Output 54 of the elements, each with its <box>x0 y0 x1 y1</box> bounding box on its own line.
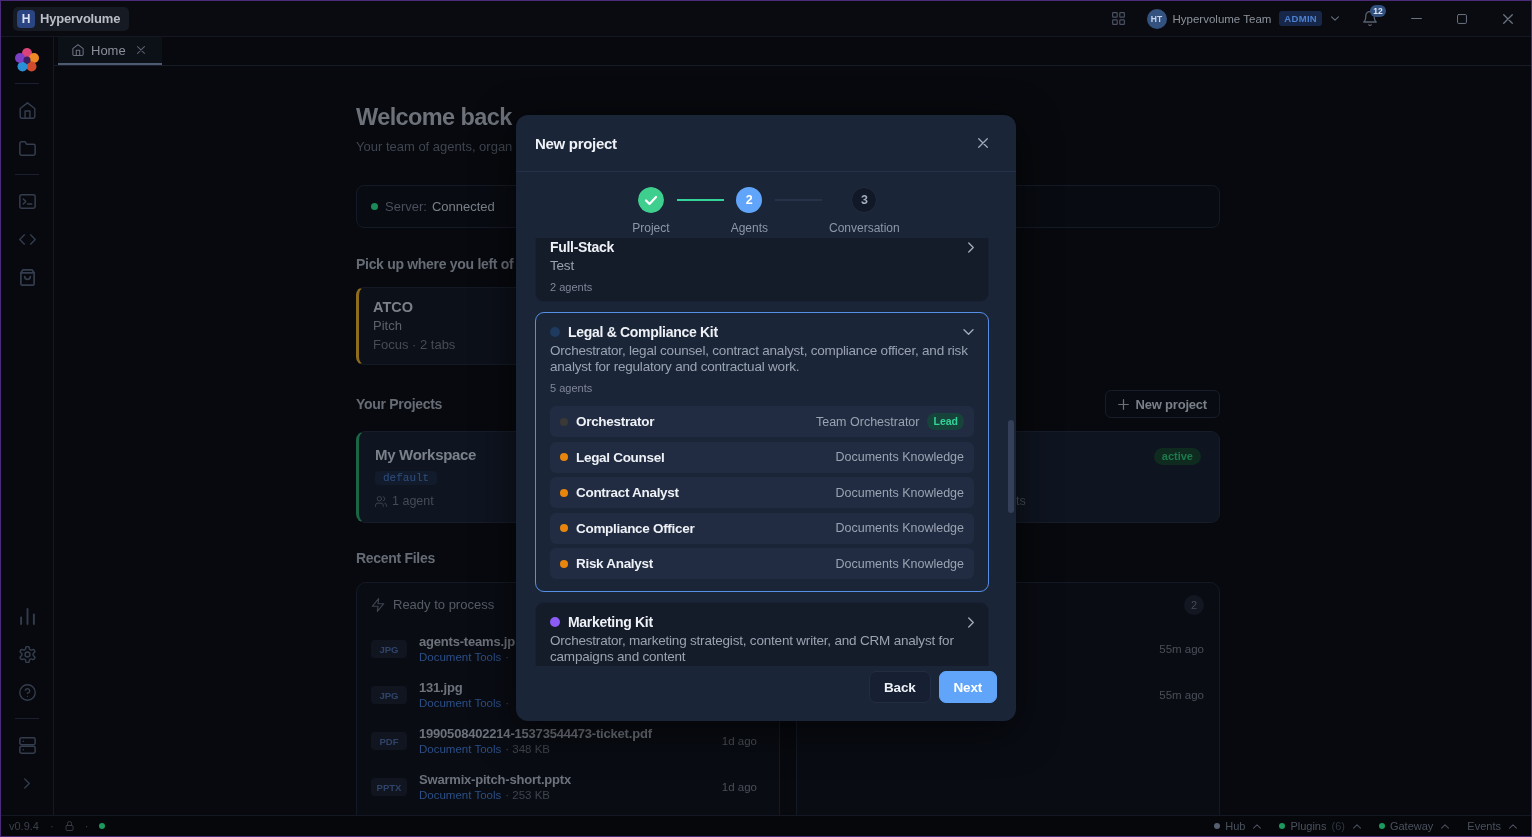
section-heading: Recent Files <box>356 549 435 568</box>
file-type-badge: JPG <box>371 640 407 658</box>
section-heading: Your Projects <box>356 395 443 414</box>
agent-name: Risk Analyst <box>576 556 653 571</box>
file-detail: · 253 KB <box>505 787 550 803</box>
kit-name: Full-Stack <box>550 239 614 255</box>
step-label: Conversation <box>829 220 900 236</box>
file-type-badge: PPTX <box>371 778 407 796</box>
agent-role: Documents Knowledge <box>835 521 964 535</box>
project-name: My Workspace <box>375 446 477 464</box>
role-badge: ADMIN <box>1279 11 1322 26</box>
step-number: 3 <box>851 187 878 213</box>
version-label: v0.9.4 <box>9 820 39 832</box>
agent-role: Documents Knowledge <box>835 485 964 500</box>
notification-count: 12 <box>1370 5 1386 17</box>
session-meta: Focus · 2 tabs <box>373 337 456 353</box>
agent-name: Compliance Officer <box>576 520 695 536</box>
file-type-badge: PDF <box>371 732 407 750</box>
agent-name: Orchestrator <box>576 414 655 429</box>
app-name: Hypervolume <box>40 11 121 26</box>
session-title: ATCO <box>373 298 413 316</box>
agent-role: Documents Knowledge <box>835 556 964 571</box>
file-time: 55m ago <box>1159 643 1204 655</box>
server-value: Connected <box>431 199 495 214</box>
separator: · <box>84 820 89 832</box>
status-badge: active <box>1153 448 1201 465</box>
server-label: Server: <box>385 199 427 214</box>
step-label: Agents <box>730 220 768 236</box>
project-tag: default <box>375 471 438 485</box>
file-type-badge: JPG <box>371 686 407 704</box>
agent-role: Team Orchestrator <box>815 414 920 429</box>
app-logo: H <box>17 9 35 28</box>
files-card-title: Ready to process <box>393 597 495 612</box>
page-subtitle: Your team of agents, organ <box>356 138 513 156</box>
kit-description: Test <box>550 258 575 274</box>
kit-name: Marketing Kit <box>568 614 653 630</box>
separator: · <box>49 820 54 832</box>
file-detail: · <box>505 649 510 665</box>
kit-agent-count: 5 agents <box>550 381 594 395</box>
agent-role: Documents Knowledge <box>835 450 964 464</box>
session-subtitle: Pitch <box>373 318 402 334</box>
file-detail: · <box>505 695 510 711</box>
file-time: 1d ago <box>721 781 757 793</box>
section-heading: Pick up where you left of <box>356 255 514 274</box>
agent-name: Contract Analyst <box>576 485 679 500</box>
step-label: Project <box>632 220 670 236</box>
dialog-title: New project <box>535 134 617 152</box>
page-heading: Welcome back <box>356 103 512 132</box>
lead-badge: Lead <box>927 413 964 430</box>
kit-description: Orchestrator, marketing strategist, content writer, and CRM analyst for campaigns and content <box>550 633 955 665</box>
step-number: 2 <box>736 187 763 213</box>
agent-count: 1 agent <box>392 494 434 508</box>
file-time: 55m ago <box>1159 689 1204 701</box>
agent-name: Legal Counsel <box>576 449 665 465</box>
